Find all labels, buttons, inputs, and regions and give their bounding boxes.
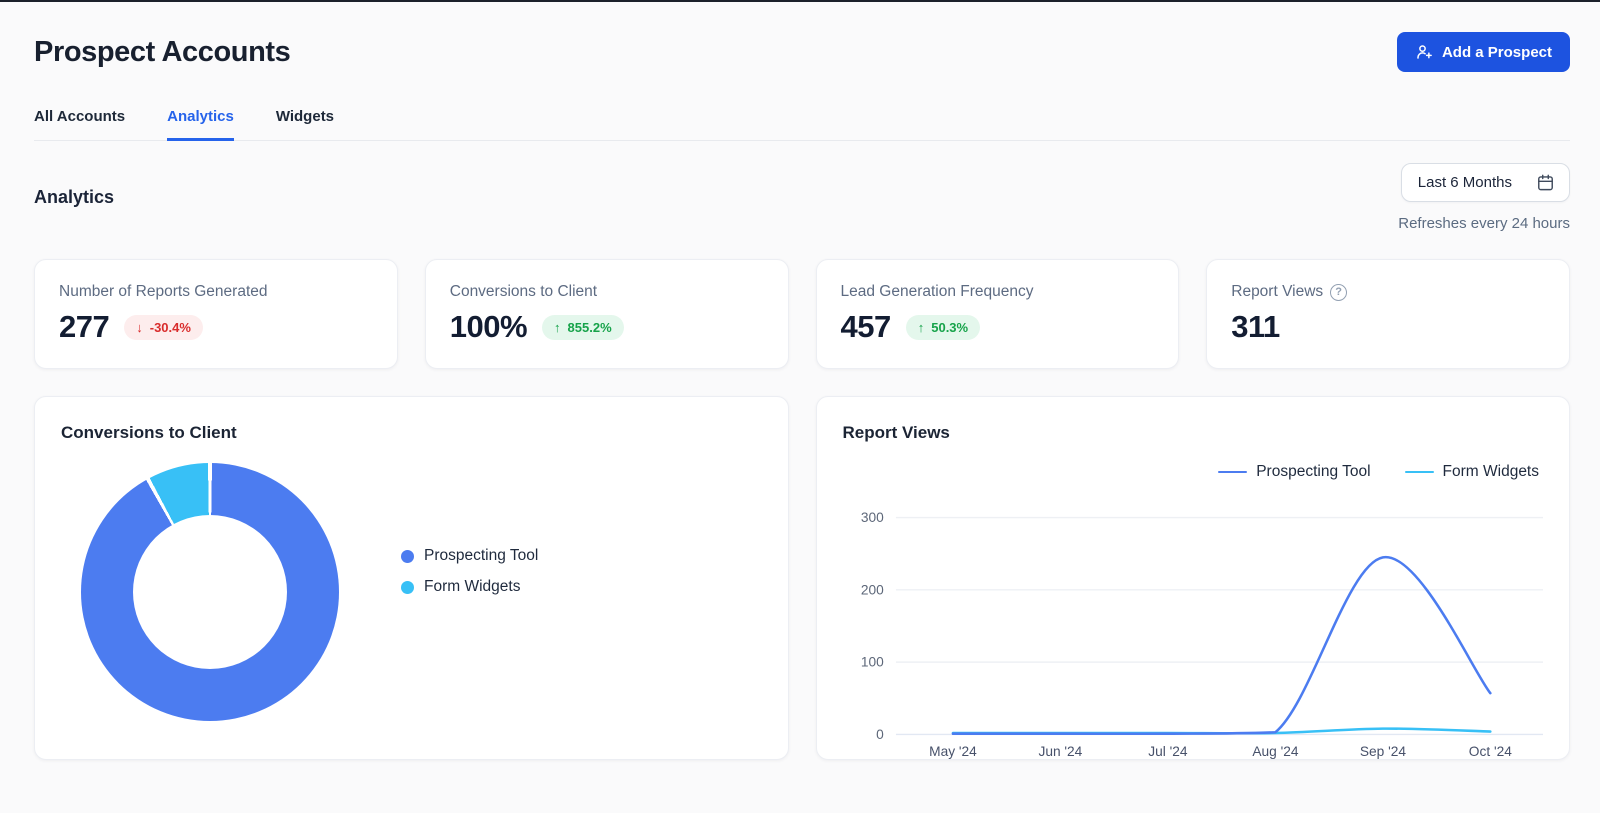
trend-down-icon: ↓ — [136, 320, 143, 335]
date-range-area: Last 6 Months Refreshes every 24 hours — [1398, 163, 1570, 232]
tab-analytics[interactable]: Analytics — [167, 108, 234, 141]
stat-value: 311 — [1231, 309, 1280, 345]
page-title: Prospect Accounts — [34, 36, 290, 69]
trend-badge: ↓ -30.4% — [124, 315, 203, 340]
svg-text:May '24: May '24 — [929, 744, 977, 759]
trend-delta: -30.4% — [150, 320, 191, 335]
stat-card-reports-generated: Number of Reports Generated 277 ↓ -30.4% — [34, 259, 398, 369]
charts-row: Conversions to Client Prospecting Tool F… — [34, 396, 1570, 760]
svg-text:Jun '24: Jun '24 — [1038, 744, 1082, 759]
line-chart: 0 100 200 300 May '24 Jun '24 Jul '24 Aug '24 Se… — [843, 487, 1544, 762]
trend-up-icon: ↑ — [918, 320, 925, 335]
prospect-accounts-page: Prospect Accounts Add a Prospect All Acc… — [0, 32, 1600, 800]
stat-value: 100% — [450, 309, 527, 345]
stat-value: 277 — [59, 309, 109, 345]
line-chart-card: Report Views Prospecting Tool Form Widge… — [816, 396, 1571, 760]
trend-badge: ↑ 855.2% — [542, 315, 624, 340]
line-chart-title: Report Views — [843, 423, 1544, 443]
legend-dot-form-widgets — [401, 581, 414, 594]
donut-chart — [81, 463, 339, 721]
stat-cards-row: Number of Reports Generated 277 ↓ -30.4%… — [34, 259, 1570, 369]
date-range-selector[interactable]: Last 6 Months — [1401, 163, 1570, 202]
donut-chart-title: Conversions to Client — [61, 423, 762, 443]
trend-delta: 50.3% — [931, 320, 968, 335]
person-plus-icon — [1415, 43, 1433, 61]
stat-label: Number of Reports Generated — [59, 283, 373, 301]
add-prospect-label: Add a Prospect — [1442, 44, 1552, 61]
legend-item-form-widgets: Form Widgets — [401, 578, 538, 596]
trend-up-icon: ↑ — [554, 320, 561, 335]
donut-legend: Prospecting Tool Form Widgets — [401, 547, 538, 596]
svg-text:0: 0 — [876, 727, 884, 742]
svg-text:Jul '24: Jul '24 — [1148, 744, 1188, 759]
stat-card-report-views: Report Views ? 311 — [1206, 259, 1570, 369]
stat-value: 457 — [841, 309, 891, 345]
donut-chart-area: Prospecting Tool Form Widgets — [61, 443, 762, 721]
stat-label: Lead Generation Frequency — [841, 283, 1155, 301]
legend-item-prospecting-tool: Prospecting Tool — [401, 547, 538, 565]
legend-label: Prospecting Tool — [1256, 463, 1370, 481]
stat-label: Report Views — [1231, 283, 1323, 301]
donut-chart-card: Conversions to Client Prospecting Tool F… — [34, 396, 789, 760]
line-chart-legend: Prospecting Tool Form Widgets — [843, 463, 1544, 481]
tab-all-accounts[interactable]: All Accounts — [34, 108, 125, 141]
legend-item-form-widgets: Form Widgets — [1405, 463, 1539, 481]
svg-text:Aug '24: Aug '24 — [1252, 744, 1299, 759]
window-top-edge — [0, 0, 1600, 2]
legend-dot-prospecting-tool — [401, 550, 414, 563]
page-header: Prospect Accounts Add a Prospect — [34, 32, 1570, 72]
svg-text:100: 100 — [860, 655, 883, 670]
legend-label: Form Widgets — [424, 578, 520, 596]
analytics-heading: Analytics — [34, 187, 114, 208]
tab-widgets[interactable]: Widgets — [276, 108, 334, 141]
svg-text:Sep '24: Sep '24 — [1359, 744, 1406, 759]
tab-bar: All Accounts Analytics Widgets — [34, 108, 1570, 141]
analytics-section-header: Analytics Last 6 Months Refreshes every … — [34, 163, 1570, 232]
stat-card-conversions: Conversions to Client 100% ↑ 855.2% — [425, 259, 789, 369]
date-range-value: Last 6 Months — [1418, 174, 1512, 191]
legend-label: Prospecting Tool — [424, 547, 538, 565]
stat-label: Conversions to Client — [450, 283, 764, 301]
svg-text:200: 200 — [860, 582, 883, 597]
legend-label: Form Widgets — [1443, 463, 1539, 481]
trend-badge: ↑ 50.3% — [906, 315, 980, 340]
svg-text:300: 300 — [860, 510, 883, 525]
help-icon[interactable]: ? — [1330, 284, 1347, 301]
stat-card-lead-generation: Lead Generation Frequency 457 ↑ 50.3% — [816, 259, 1180, 369]
trend-delta: 855.2% — [568, 320, 612, 335]
svg-text:Oct '24: Oct '24 — [1468, 744, 1511, 759]
legend-line-form-widgets — [1405, 471, 1434, 474]
add-prospect-button[interactable]: Add a Prospect — [1397, 32, 1570, 72]
legend-item-prospecting-tool: Prospecting Tool — [1218, 463, 1370, 481]
calendar-icon — [1536, 173, 1555, 192]
legend-line-prospecting-tool — [1218, 471, 1247, 474]
refresh-note: Refreshes every 24 hours — [1398, 215, 1570, 232]
